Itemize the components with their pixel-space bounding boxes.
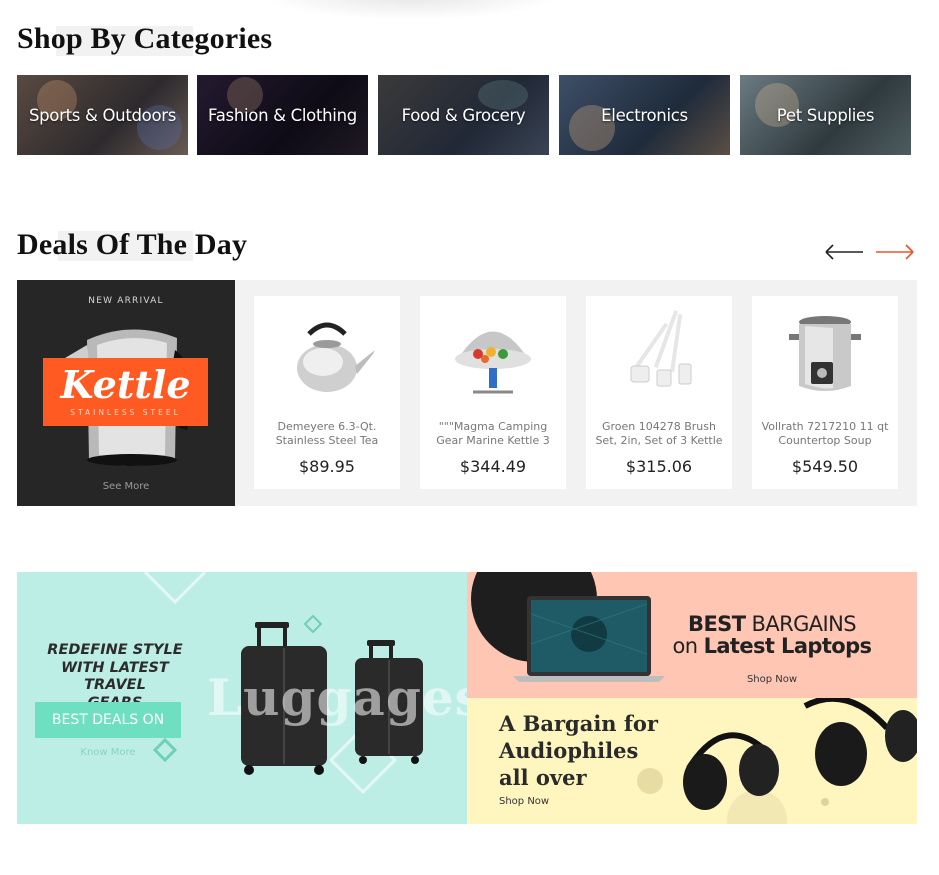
top-shadow-decoration	[260, 0, 560, 20]
laptops-headline-line1: BEST BARGAINS	[667, 612, 877, 636]
product-card[interactable]: Vollrath 7217210 11 qt Countertop Soup $…	[752, 296, 898, 489]
audio-shop-now-link[interactable]: Shop Now	[499, 796, 549, 807]
luggage-headline-line: WITH LATEST TRAVEL	[61, 659, 169, 694]
audio-headline: A Bargain for Audiophiles all over	[499, 710, 689, 791]
product-card[interactable]: Groen 104278 Brush Set, 2in, Set of 3 Ke…	[586, 296, 732, 489]
audio-headline-line: Audiophiles	[499, 738, 639, 763]
promo-subtitle: STAINLESS STEEL	[70, 408, 181, 417]
deals-of-the-day-title: Deals Of The Day	[17, 228, 248, 261]
product-card[interactable]: """Magma Camping Gear Marine Kettle 3 $3…	[420, 296, 566, 489]
audio-headline-line: A Bargain for	[499, 711, 658, 736]
arrow-right-icon[interactable]	[875, 240, 915, 264]
category-fashion-clothing[interactable]: Fashion & Clothing	[197, 75, 368, 155]
laptops-headline-text: on	[672, 634, 704, 658]
laptops-headline-bold: Latest Laptops	[703, 634, 872, 658]
promo-title: Kettle	[60, 362, 191, 407]
product-image-grill	[455, 331, 531, 394]
luggage-banner[interactable]: REDEFINE STYLE WITH LATEST TRAVEL GEARS …	[17, 572, 467, 824]
laptops-headline-line2: on Latest Laptops	[667, 634, 877, 658]
product-name: Demeyere 6.3-Qt. Stainless Steel Tea	[275, 420, 379, 447]
promo-see-more-link[interactable]: See More	[17, 481, 235, 492]
audio-headline-line: all over	[499, 765, 587, 790]
laptops-headline-bold: BEST	[688, 612, 746, 636]
best-deals-button[interactable]: BEST DEALS ON	[35, 702, 181, 738]
headphones-image	[683, 698, 917, 810]
shop-by-categories-title: Shop By Categories	[17, 22, 273, 55]
arrow-left-icon[interactable]	[824, 240, 864, 264]
category-sports-outdoors[interactable]: Sports & Outdoors	[17, 75, 188, 155]
product-image-teapot	[297, 322, 375, 392]
luggage-headline-line: REDEFINE STYLE	[47, 642, 183, 658]
product-card[interactable]: Demeyere 6.3-Qt. Stainless Steel Tea $89…	[254, 296, 400, 489]
laptops-headline-text: BARGAINS	[745, 612, 857, 636]
category-label: Sports & Outdoors	[28, 105, 177, 125]
product-name: Vollrath 7217210 11 qt Countertop Soup	[761, 420, 889, 447]
laptop-image	[513, 596, 665, 682]
category-food-grocery[interactable]: Food & Grocery	[378, 75, 549, 155]
product-price: $89.95	[299, 457, 355, 476]
luggage-watermark-word: Luggages	[207, 668, 467, 727]
promo-tag: NEW ARRIVAL	[88, 296, 164, 306]
laptops-banner[interactable]: BEST BARGAINS on Latest Laptops Shop Now	[467, 572, 917, 698]
category-label: Pet Supplies	[776, 105, 875, 125]
promo-kettle-card[interactable]: NEW ARRIVAL Kettle STAINLESS STEEL See M…	[17, 280, 235, 506]
laptops-shop-now-link[interactable]: Shop Now	[667, 674, 877, 685]
category-electronics[interactable]: Electronics	[559, 75, 730, 155]
product-price: $549.50	[791, 457, 859, 476]
know-more-link[interactable]: Know More	[35, 747, 181, 758]
category-label: Food & Grocery	[401, 105, 526, 125]
audio-banner[interactable]: A Bargain for Audiophiles all over Shop …	[467, 698, 917, 824]
product-image-soup-kettle	[789, 316, 861, 391]
product-name: Groen 104278 Brush Set, 2in, Set of 3 Ke…	[595, 420, 723, 447]
category-label: Electronics	[601, 105, 688, 125]
product-name: """Magma Camping Gear Marine Kettle 3	[436, 420, 550, 447]
product-image-brush-set	[630, 310, 692, 387]
category-pet-supplies[interactable]: Pet Supplies	[740, 75, 911, 155]
product-price: $315.06	[625, 457, 693, 476]
product-price: $344.49	[459, 457, 527, 476]
category-label: Fashion & Clothing	[208, 105, 357, 125]
